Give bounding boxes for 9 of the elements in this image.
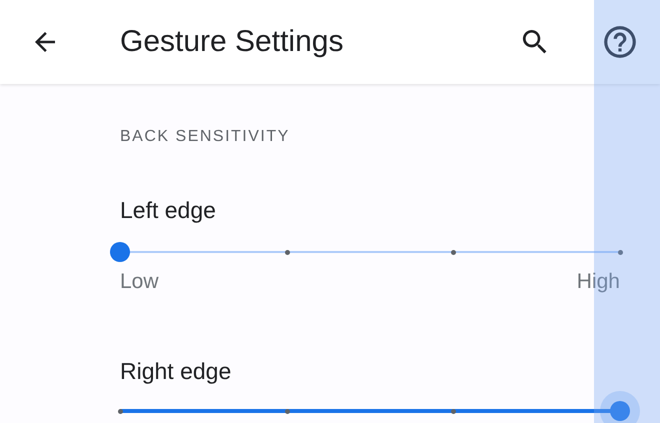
help-icon[interactable] xyxy=(601,23,639,61)
section-header: BACK SENSITIVITY xyxy=(120,127,290,147)
slider-thumb[interactable] xyxy=(110,242,130,262)
range-label: High xyxy=(576,270,620,294)
slider-label: Right edge xyxy=(120,357,232,386)
range-label: Low xyxy=(120,270,159,294)
slider-thumb[interactable] xyxy=(600,391,640,423)
screen-title: Gesture Settings xyxy=(120,25,344,59)
slider-label: Left edge xyxy=(120,196,216,225)
